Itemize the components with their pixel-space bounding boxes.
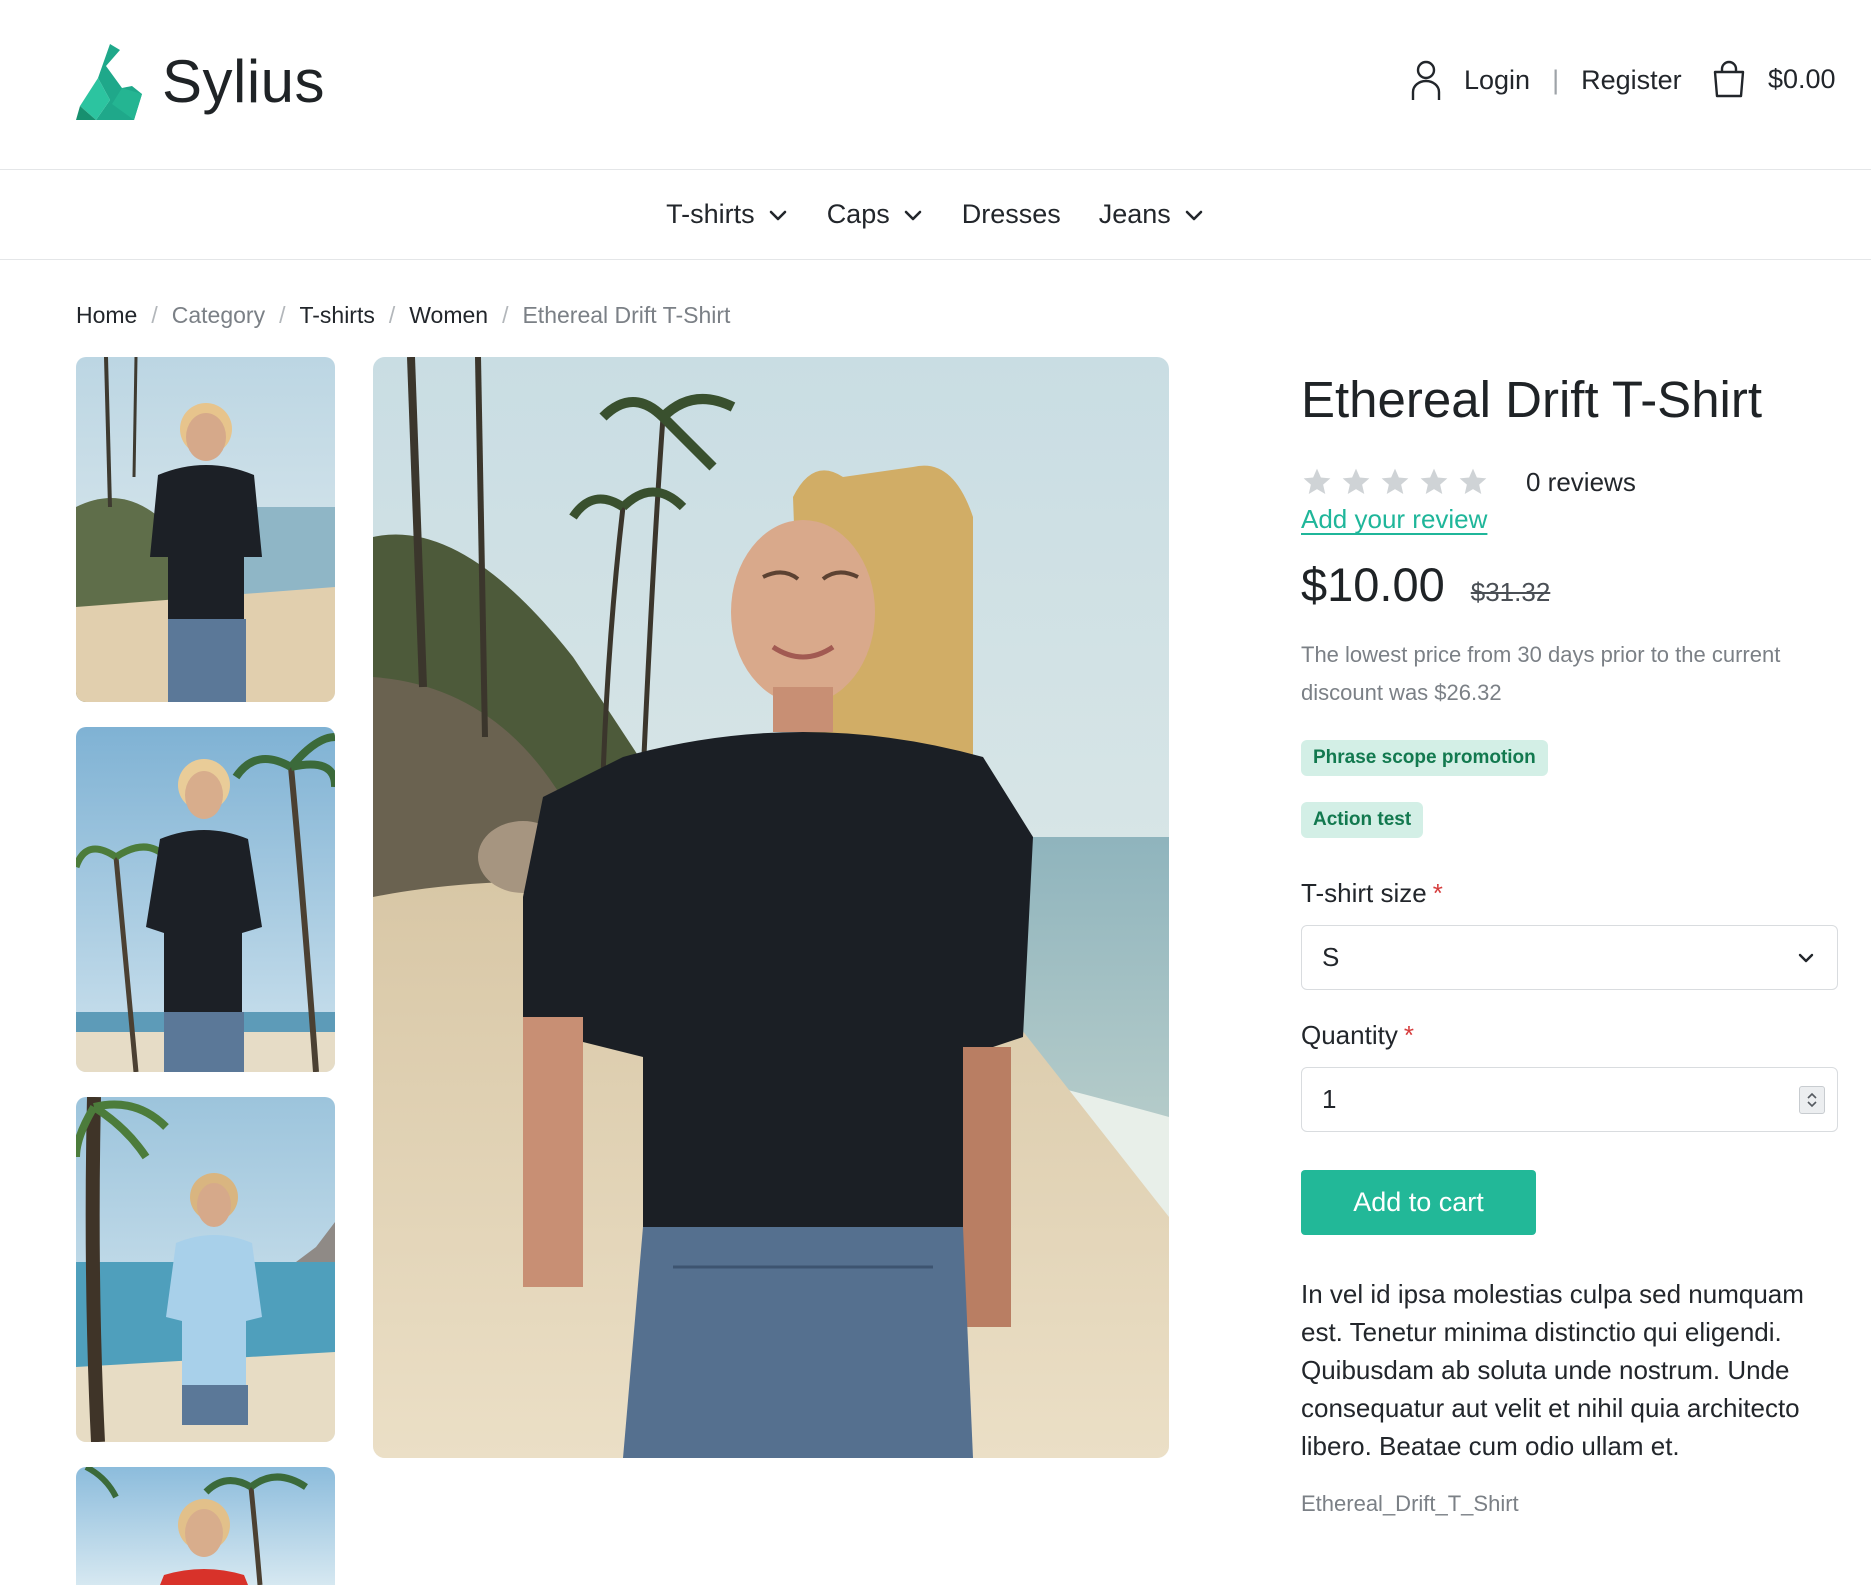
sylius-swan-icon [76, 44, 142, 120]
star-icon [1303, 468, 1331, 495]
nav-item-dresses[interactable]: Dresses [962, 199, 1061, 230]
required-mark: * [1403, 1020, 1414, 1051]
thumbnail-photo [76, 1097, 335, 1442]
star-icon [1381, 468, 1409, 495]
breadcrumb-women[interactable]: Women [409, 302, 488, 329]
register-link[interactable]: Register [1581, 65, 1682, 96]
promotion-badge: Action test [1301, 802, 1424, 839]
product-thumbnail-4[interactable] [76, 1467, 335, 1585]
reviews-count: 0 reviews [1526, 466, 1636, 497]
breadcrumb-current: Ethereal Drift T-Shirt [522, 302, 731, 328]
breadcrumb-separator: / [502, 302, 509, 328]
size-select[interactable]: S [1301, 925, 1838, 991]
product-thumbnail-3[interactable] [76, 1097, 335, 1442]
quantity-field-label: Quantity * [1301, 1020, 1841, 1051]
product-info: Ethereal Drift T-Shirt 0 reviews Add you… [1301, 357, 1841, 1517]
chevron-down-icon [904, 210, 922, 220]
star-icon [1342, 468, 1370, 495]
product-thumbnail-2[interactable] [76, 727, 335, 1072]
required-mark: * [1432, 878, 1443, 909]
quantity-stepper[interactable] [1799, 1085, 1825, 1114]
nav-item-label: T-shirts [666, 199, 755, 229]
nav-item-label: Dresses [961, 199, 1061, 229]
login-link[interactable]: Login [1464, 65, 1530, 96]
product-rating: 0 reviews [1301, 466, 1841, 498]
nav-item-caps[interactable]: Caps [827, 199, 924, 230]
thumbnail-photo [76, 727, 335, 1072]
product-code: Ethereal_Drift_T_Shirt [1301, 1491, 1519, 1517]
user-icon [1411, 60, 1441, 100]
price-row: $10.00 $31.32 [1301, 557, 1841, 612]
product-main-image[interactable] [373, 357, 1169, 1458]
brand-name: Sylius [162, 48, 326, 115]
chevron-down-icon [769, 210, 786, 220]
nav-item-label: Jeans [1098, 199, 1171, 229]
breadcrumb: Home / Category / T-shirts / Women / Eth… [76, 302, 730, 329]
breadcrumb-tshirts[interactable]: T-shirts [299, 302, 374, 329]
size-field-label: T-shirt size * [1301, 878, 1841, 909]
site-header: Sylius Login | Register $0.00 [0, 0, 1871, 170]
quantity-input[interactable]: 1 [1301, 1067, 1838, 1133]
thumbnail-photo [76, 357, 335, 702]
add-to-cart-button[interactable]: Add to cart [1301, 1170, 1536, 1236]
nav-item-tshirts[interactable]: T-shirts [666, 199, 789, 230]
breadcrumb-separator: / [388, 302, 396, 328]
current-price: $10.00 [1301, 558, 1445, 612]
quantity-label-text: Quantity [1301, 1020, 1398, 1051]
nav-item-jeans[interactable]: Jeans [1099, 199, 1205, 230]
product-thumbnail-1[interactable] [76, 357, 335, 702]
breadcrumb-separator: / [279, 302, 286, 328]
star-icon [1420, 468, 1448, 495]
lowest-price-note: The lowest price from 30 days prior to t… [1301, 642, 1781, 706]
caret-down-icon [1807, 1101, 1817, 1107]
cart-button[interactable]: $0.00 [1712, 60, 1836, 98]
account-separator: | [1552, 64, 1560, 95]
quantity-value: 1 [1322, 1084, 1337, 1115]
product-title: Ethereal Drift T-Shirt [1301, 371, 1763, 428]
size-label-text: T-shirt size [1301, 878, 1427, 909]
breadcrumb-category: Category [171, 302, 266, 328]
account-links: Login | Register [1410, 60, 1682, 100]
thumbnail-photo [76, 1467, 335, 1585]
size-select-value: S [1322, 942, 1340, 973]
brand-logo[interactable]: Sylius [76, 44, 325, 120]
star-icon [1459, 468, 1487, 495]
main-navigation: T-shirts Caps Dresses Jeans [0, 170, 1871, 260]
chevron-down-icon [1185, 210, 1203, 220]
main-photo [373, 357, 1169, 1458]
caret-up-icon [1807, 1092, 1817, 1099]
promotion-badge: Phrase scope promotion [1301, 740, 1548, 777]
cart-total: $0.00 [1768, 63, 1836, 94]
nav-item-label: Caps [826, 199, 890, 229]
original-price: $31.32 [1470, 577, 1551, 608]
breadcrumb-home[interactable]: Home [76, 302, 137, 329]
chevron-down-icon [1798, 953, 1814, 962]
shopping-bag-icon [1713, 60, 1745, 98]
breadcrumb-separator: / [151, 302, 158, 328]
product-description: In vel id ipsa molestias culpa sed numqu… [1301, 1279, 1804, 1462]
rating-stars [1301, 466, 1496, 498]
add-review-link[interactable]: Add your review [1301, 504, 1487, 535]
